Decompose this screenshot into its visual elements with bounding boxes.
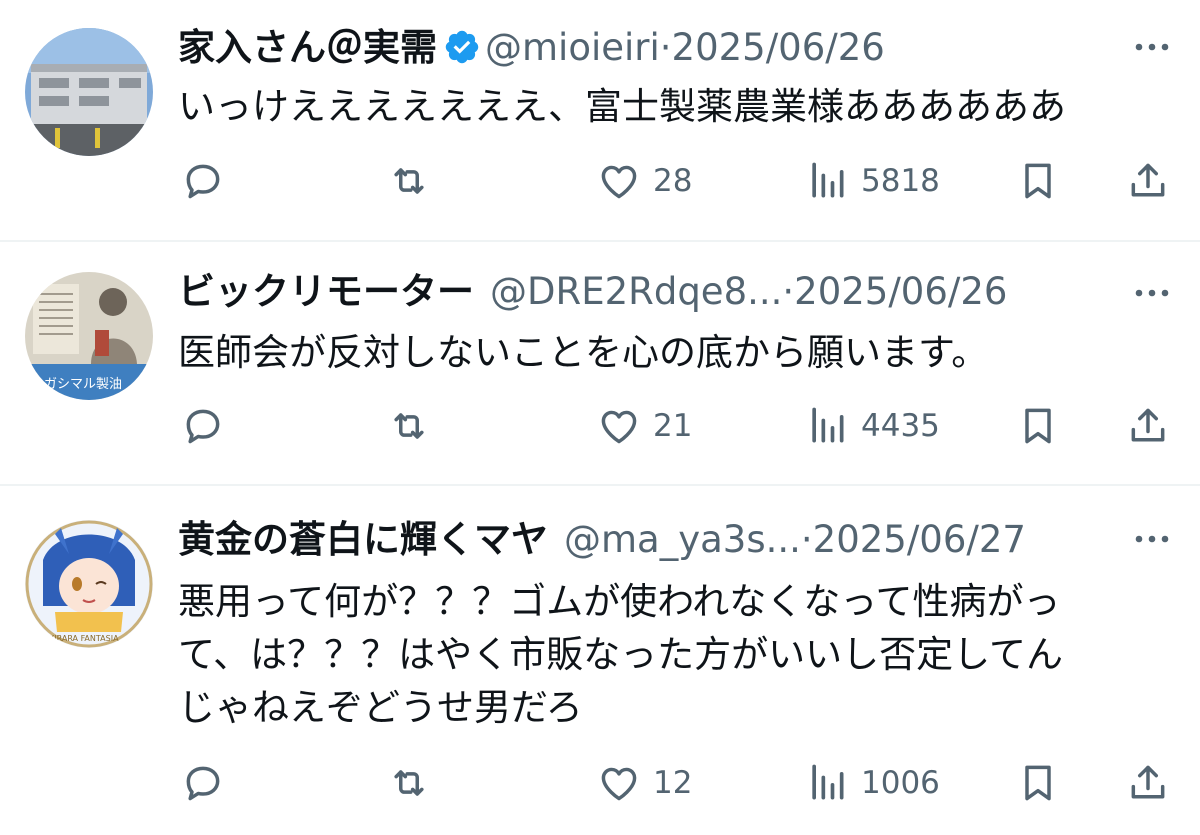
verified-badge-icon: [443, 28, 481, 66]
like-count: 21: [653, 408, 693, 444]
avatar-poster-photo: ーガシマル製油: [25, 272, 153, 400]
tweet-header: 黄金の蒼白に輝くマヤ @ma_ya3s...·2025/06/27: [178, 515, 1026, 565]
avatar-caption: ーガシマル製油: [31, 377, 122, 392]
views-button[interactable]: 4435: [805, 401, 940, 451]
avatar-anime-illustration: KIRARA FANTASIA: [25, 520, 153, 648]
separator: ·: [659, 26, 672, 69]
tweet-text-line: 医師会が反対しないことを心の底から願います。: [178, 331, 989, 374]
tweet[interactable]: ーガシマル製油 ビックリモーター @DRE2Rdqe8...·2025/06/26…: [0, 242, 1200, 484]
retweet-icon: [394, 413, 424, 439]
separator: ·: [800, 518, 813, 561]
reply-button[interactable]: [181, 156, 225, 206]
heart-icon: [601, 165, 637, 199]
tweet-text-line: じゃねえぞどうせ男だろ: [178, 686, 583, 729]
avatar[interactable]: ーガシマル製油: [25, 272, 153, 400]
views-icon: [812, 162, 844, 198]
retweet-icon: [394, 770, 424, 796]
avatar[interactable]: [25, 28, 153, 156]
reply-icon: [186, 164, 220, 199]
more-icon[interactable]: [1132, 37, 1172, 57]
timestamp[interactable]: 2025/06/26: [672, 26, 885, 69]
action-bar: 21 4435: [0, 401, 1200, 451]
like-count: 28: [653, 163, 693, 199]
display-name[interactable]: 黄金の蒼白に輝くマヤ: [178, 518, 548, 561]
retweet-icon: [394, 168, 424, 194]
tweet-text-line: て、は？？？はやく市販なった方がいいし否定してん: [178, 633, 1064, 676]
view-count: 1006: [861, 765, 940, 801]
share-button[interactable]: [1126, 401, 1170, 451]
reply-icon: [186, 409, 220, 444]
tweet-header: 家入さん＠実需 @mioieiri·2025/06/26: [178, 23, 885, 73]
tweet-text: いっけえええええええ、富士製薬農業様ああああああ: [178, 80, 1168, 133]
share-icon: [1131, 163, 1165, 197]
like-button[interactable]: 12: [597, 758, 692, 808]
action-bar: 12 1006: [0, 758, 1200, 808]
like-count: 12: [653, 765, 693, 801]
avatar-building-photo: [25, 28, 153, 156]
tweet[interactable]: 家入さん＠実需 @mioieiri·2025/06/26 いっけえええええええ、富…: [0, 0, 1200, 240]
views-icon: [812, 764, 844, 800]
action-bar: 28 5818: [0, 156, 1200, 206]
tweet-text-line: いっけえええええええ、富士製薬農業様ああああああ: [178, 85, 1066, 128]
handle[interactable]: @DRE2Rdqe8...: [490, 270, 782, 313]
bookmark-icon: [1025, 163, 1051, 199]
timestamp[interactable]: 2025/06/26: [794, 270, 1007, 313]
more-icon[interactable]: [1132, 283, 1172, 303]
separator: ·: [782, 270, 795, 313]
tweet-header: ビックリモーター @DRE2Rdqe8...·2025/06/26: [178, 267, 1007, 317]
more-icon[interactable]: [1132, 529, 1172, 549]
share-icon: [1131, 765, 1165, 799]
like-button[interactable]: 28: [597, 156, 692, 206]
share-icon: [1131, 408, 1165, 442]
reply-button[interactable]: [181, 401, 225, 451]
timestamp[interactable]: 2025/06/27: [813, 518, 1026, 561]
view-count: 5818: [861, 163, 940, 199]
display-name[interactable]: 家入さん＠実需: [178, 26, 437, 69]
retweet-button[interactable]: [387, 156, 431, 206]
display-name[interactable]: ビックリモーター: [178, 270, 474, 313]
heart-icon: [601, 410, 637, 444]
tweet[interactable]: KIRARA FANTASIA 黄金の蒼白に輝くマヤ @ma_ya3s...·20…: [0, 486, 1200, 835]
bookmark-button[interactable]: [1016, 401, 1060, 451]
bookmark-icon: [1025, 408, 1051, 444]
views-icon: [812, 407, 844, 443]
handle[interactable]: @ma_ya3s...: [564, 518, 801, 561]
retweet-button[interactable]: [387, 401, 431, 451]
bookmark-icon: [1025, 765, 1051, 801]
views-button[interactable]: 1006: [805, 758, 940, 808]
tweet-text: 悪用って何が？？？ゴムが使われなくなって性病がっ て、は？？？はやく市販なった方…: [178, 575, 1168, 734]
reply-icon: [186, 766, 220, 801]
tweet-text-line: 悪用って何が？？？ゴムが使われなくなって性病がっ: [178, 580, 1061, 623]
heart-icon: [601, 767, 637, 801]
like-button[interactable]: 21: [597, 401, 692, 451]
share-button[interactable]: [1126, 156, 1170, 206]
handle[interactable]: @mioieiri: [485, 26, 660, 69]
bookmark-button[interactable]: [1016, 156, 1060, 206]
avatar-caption: KIRARA FANTASIA: [49, 634, 119, 643]
bookmark-button[interactable]: [1016, 758, 1060, 808]
retweet-button[interactable]: [387, 758, 431, 808]
avatar[interactable]: KIRARA FANTASIA: [25, 520, 153, 648]
view-count: 4435: [861, 408, 940, 444]
share-button[interactable]: [1126, 758, 1170, 808]
reply-button[interactable]: [181, 758, 225, 808]
tweet-text: 医師会が反対しないことを心の底から願います。: [178, 326, 1168, 379]
views-button[interactable]: 5818: [805, 156, 940, 206]
